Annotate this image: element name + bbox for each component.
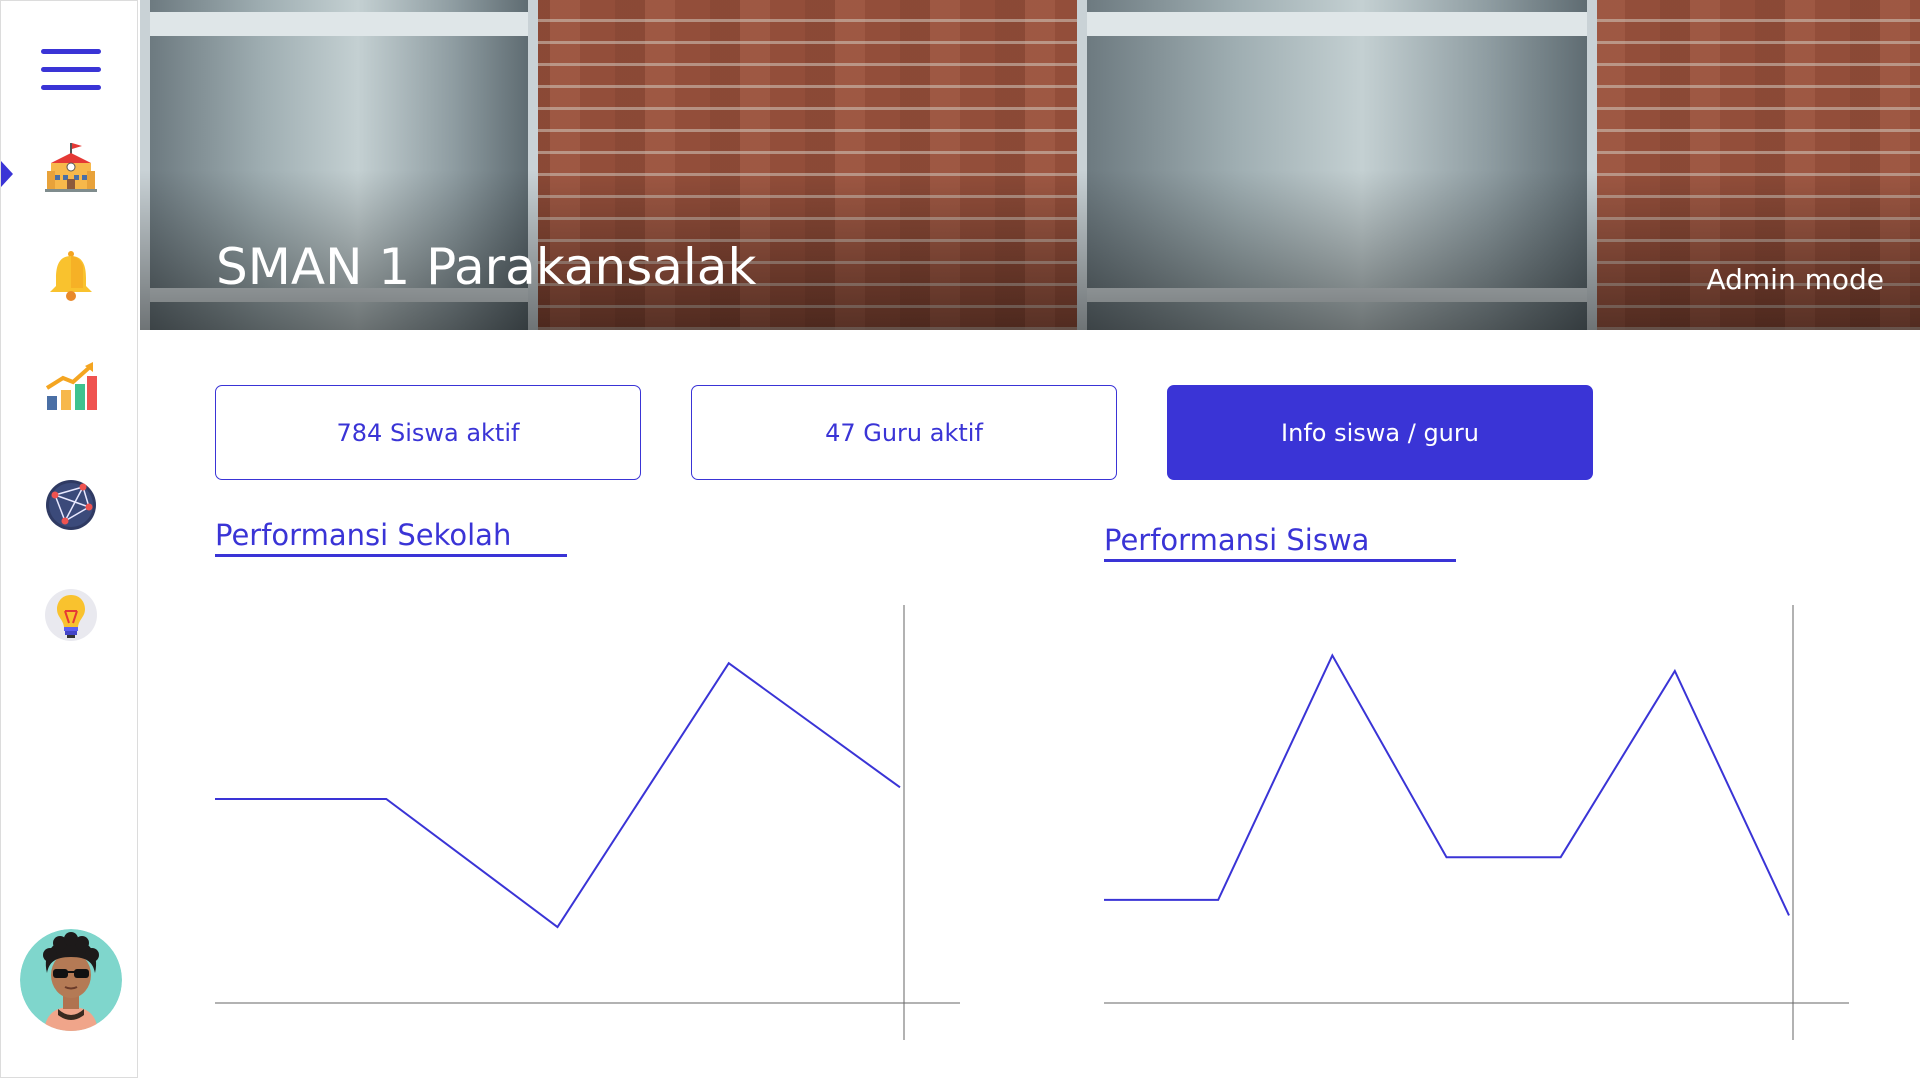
chart-title-student-performance: Performansi Siswa bbox=[1104, 523, 1456, 562]
active-teachers-button[interactable]: 47 Guru aktif bbox=[691, 385, 1117, 480]
school-performance-chart bbox=[215, 585, 960, 1040]
chart-series-line bbox=[1104, 653, 1790, 916]
network-globe-icon[interactable] bbox=[43, 477, 99, 533]
active-students-button[interactable]: 784 Siswa aktif bbox=[215, 385, 641, 480]
chart-series-line bbox=[215, 661, 901, 929]
school-icon[interactable] bbox=[43, 141, 99, 197]
chart-title-school-performance: Performansi Sekolah bbox=[215, 518, 567, 557]
sidebar bbox=[0, 0, 138, 1078]
active-item-indicator bbox=[1, 161, 13, 187]
school-performance-chart-svg bbox=[215, 605, 960, 1040]
bell-icon[interactable] bbox=[43, 248, 99, 304]
user-avatar-icon[interactable] bbox=[20, 929, 122, 1031]
student-performance-chart bbox=[1104, 585, 1849, 1040]
student-teacher-info-button[interactable]: Info siswa / guru bbox=[1167, 385, 1593, 480]
lightbulb-icon[interactable] bbox=[43, 587, 99, 643]
hamburger-menu-icon[interactable] bbox=[41, 49, 101, 91]
page-title: SMAN 1 Parakansalak bbox=[216, 238, 757, 296]
growth-chart-icon[interactable] bbox=[43, 358, 99, 414]
admin-mode-label: Admin mode bbox=[1706, 263, 1884, 296]
header-banner: SMAN 1 Parakansalak Admin mode bbox=[140, 0, 1920, 330]
student-performance-chart-svg bbox=[1104, 605, 1849, 1040]
